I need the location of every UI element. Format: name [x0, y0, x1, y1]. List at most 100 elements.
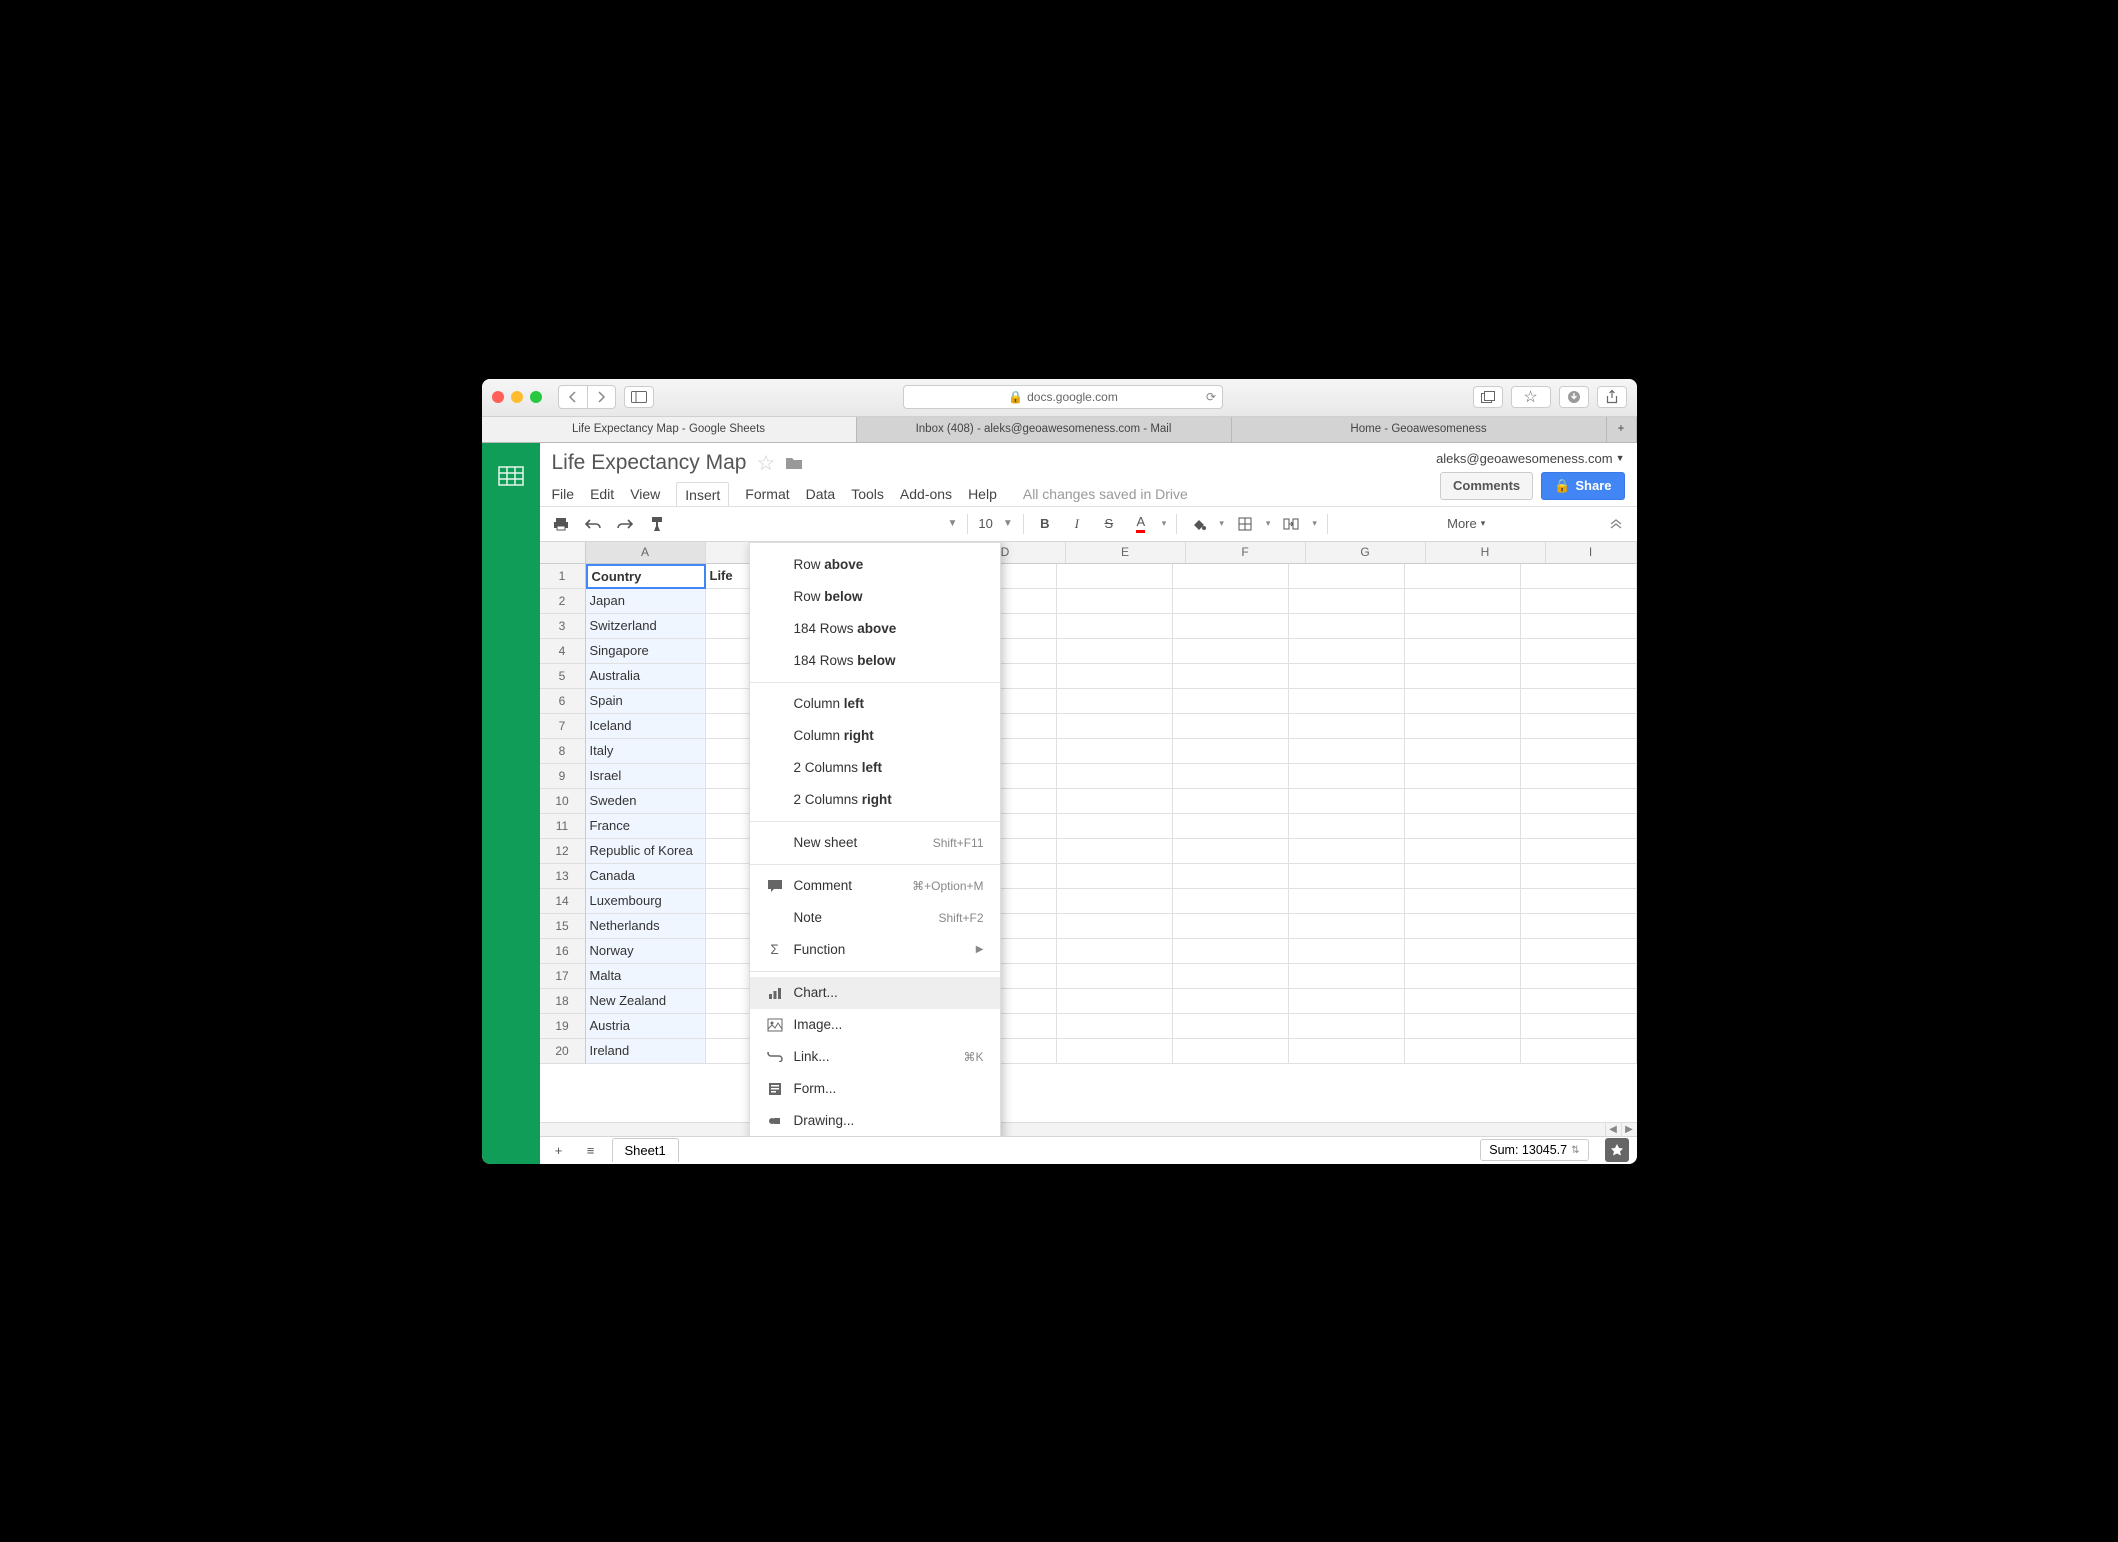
cell-A10[interactable]: Sweden [586, 789, 706, 814]
cell-A14[interactable]: Luxembourg [586, 889, 706, 914]
fontsize-value[interactable]: 10 [978, 516, 992, 531]
cell-A13[interactable]: Canada [586, 864, 706, 889]
add-sheet-icon[interactable]: + [548, 1139, 570, 1161]
fontsize-dropdown-arrow[interactable]: ▼ [1003, 518, 1013, 529]
address-bar[interactable]: 🔒 docs.google.com ⟳ [903, 385, 1223, 409]
reload-icon[interactable]: ⟳ [1206, 390, 1216, 404]
menu-tools[interactable]: Tools [851, 486, 884, 502]
maximize-window[interactable] [530, 391, 542, 403]
menu-comment[interactable]: Comment⌘+Option+M [750, 870, 1000, 902]
sum-display[interactable]: Sum: 13045.7 ⇅ [1480, 1139, 1588, 1161]
text-color-icon[interactable]: A [1130, 513, 1152, 535]
menu-chart[interactable]: Chart... [750, 977, 1000, 1009]
paint-format-icon[interactable] [646, 513, 668, 535]
menu-drawing[interactable]: Drawing... [750, 1105, 1000, 1136]
italic-icon[interactable]: I [1066, 513, 1088, 535]
cell-A12[interactable]: Republic of Korea [586, 839, 706, 864]
col-header-H[interactable]: H [1426, 542, 1546, 563]
font-dropdown-arrow[interactable]: ▼ [948, 518, 958, 529]
menu-image[interactable]: Image... [750, 1009, 1000, 1041]
doc-title[interactable]: Life Expectancy Map [552, 451, 747, 475]
all-sheets-icon[interactable]: ≡ [580, 1139, 602, 1161]
menu-addons[interactable]: Add-ons [900, 486, 952, 502]
cell-A18[interactable]: New Zealand [586, 989, 706, 1014]
menu-2cols-right[interactable]: 2 Columns right [750, 784, 1000, 816]
cell-A2[interactable]: Japan [586, 589, 706, 614]
menu-edit[interactable]: Edit [590, 486, 614, 502]
back-button[interactable] [559, 386, 587, 408]
redo-icon[interactable] [614, 513, 636, 535]
horizontal-scrollbar[interactable]: ◀ ▶ [540, 1122, 1637, 1136]
menu-function[interactable]: ΣFunction▶ [750, 934, 1000, 966]
cell-A3[interactable]: Switzerland [586, 614, 706, 639]
minimize-window[interactable] [511, 391, 523, 403]
menu-view[interactable]: View [630, 486, 660, 502]
strikethrough-icon[interactable]: S [1098, 513, 1120, 535]
cell-A7[interactable]: Iceland [586, 714, 706, 739]
cell-A16[interactable]: Norway [586, 939, 706, 964]
cell-A6[interactable]: Spain [586, 689, 706, 714]
menu-184rows-above[interactable]: 184 Rows above [750, 613, 1000, 645]
fill-color-icon[interactable] [1187, 513, 1209, 535]
col-header-F[interactable]: F [1186, 542, 1306, 563]
new-tab-button[interactable]: + [1607, 417, 1637, 442]
cell-A11[interactable]: France [586, 814, 706, 839]
bookmark-star-icon[interactable]: ☆ [1511, 386, 1551, 408]
cell-A9[interactable]: Israel [586, 764, 706, 789]
menu-file[interactable]: File [552, 486, 575, 502]
cell-A8[interactable]: Italy [586, 739, 706, 764]
folder-icon[interactable] [785, 456, 803, 470]
bold-icon[interactable]: B [1034, 513, 1056, 535]
downloads-icon[interactable] [1559, 386, 1589, 408]
menu-form[interactable]: Form... [750, 1073, 1000, 1105]
col-header-I[interactable]: I [1546, 542, 1637, 563]
collapse-toolbar-icon[interactable] [1605, 513, 1627, 535]
close-window[interactable] [492, 391, 504, 403]
menu-2cols-left[interactable]: 2 Columns left [750, 752, 1000, 784]
menu-note[interactable]: NoteShift+F2 [750, 902, 1000, 934]
share-button[interactable]: 🔒Share [1541, 472, 1624, 500]
browser-tab-1[interactable]: Inbox (408) - aleks@geoawesomeness.com -… [857, 417, 1232, 442]
star-icon[interactable]: ☆ [756, 451, 775, 476]
menu-col-right[interactable]: Column right [750, 720, 1000, 752]
cell-A19[interactable]: Austria [586, 1014, 706, 1039]
forward-button[interactable] [587, 386, 615, 408]
menu-format[interactable]: Format [745, 486, 789, 502]
menu-link[interactable]: Link...⌘K [750, 1041, 1000, 1073]
explore-icon[interactable] [1605, 1138, 1629, 1162]
menu-new-sheet[interactable]: New sheetShift+F11 [750, 827, 1000, 859]
comments-button[interactable]: Comments [1440, 472, 1533, 500]
menu-col-left[interactable]: Column left [750, 688, 1000, 720]
more-button[interactable]: More ▾ [1447, 516, 1485, 531]
menu-row-above[interactable]: Row above [750, 549, 1000, 581]
menu-184rows-below[interactable]: 184 Rows below [750, 645, 1000, 677]
spreadsheet-grid[interactable]: A B C D E F G H I 1CountryLife2Japan3Swi… [540, 542, 1637, 1136]
undo-icon[interactable] [582, 513, 604, 535]
menu-help[interactable]: Help [968, 486, 997, 502]
col-header-G[interactable]: G [1306, 542, 1426, 563]
menu-data[interactable]: Data [806, 486, 836, 502]
scroll-right-icon[interactable]: ▶ [1621, 1123, 1637, 1136]
browser-tab-0[interactable]: Life Expectancy Map - Google Sheets [482, 417, 857, 442]
col-header-A[interactable]: A [586, 542, 706, 563]
scroll-left-icon[interactable]: ◀ [1605, 1123, 1621, 1136]
menu-insert[interactable]: Insert [676, 482, 729, 507]
print-icon[interactable] [550, 513, 572, 535]
cell-A1[interactable]: Country [586, 564, 706, 589]
browser-tab-2[interactable]: Home - Geoawesomeness [1232, 417, 1607, 442]
cell-A17[interactable]: Malta [586, 964, 706, 989]
cell-A5[interactable]: Australia [586, 664, 706, 689]
share-icon[interactable] [1597, 386, 1627, 408]
sidebar-toggle-icon[interactable] [624, 386, 654, 408]
merge-cells-icon[interactable] [1280, 513, 1302, 535]
tabs-overview-icon[interactable] [1473, 386, 1503, 408]
cell-A4[interactable]: Singapore [586, 639, 706, 664]
link-icon [766, 1052, 784, 1062]
borders-icon[interactable] [1234, 513, 1256, 535]
sheet-tab[interactable]: Sheet1 [612, 1138, 679, 1162]
col-header-E[interactable]: E [1066, 542, 1186, 563]
cell-A15[interactable]: Netherlands [586, 914, 706, 939]
menu-row-below[interactable]: Row below [750, 581, 1000, 613]
account-menu[interactable]: aleks@geoawesomeness.com ▼ [1436, 451, 1624, 466]
cell-A20[interactable]: Ireland [586, 1039, 706, 1064]
